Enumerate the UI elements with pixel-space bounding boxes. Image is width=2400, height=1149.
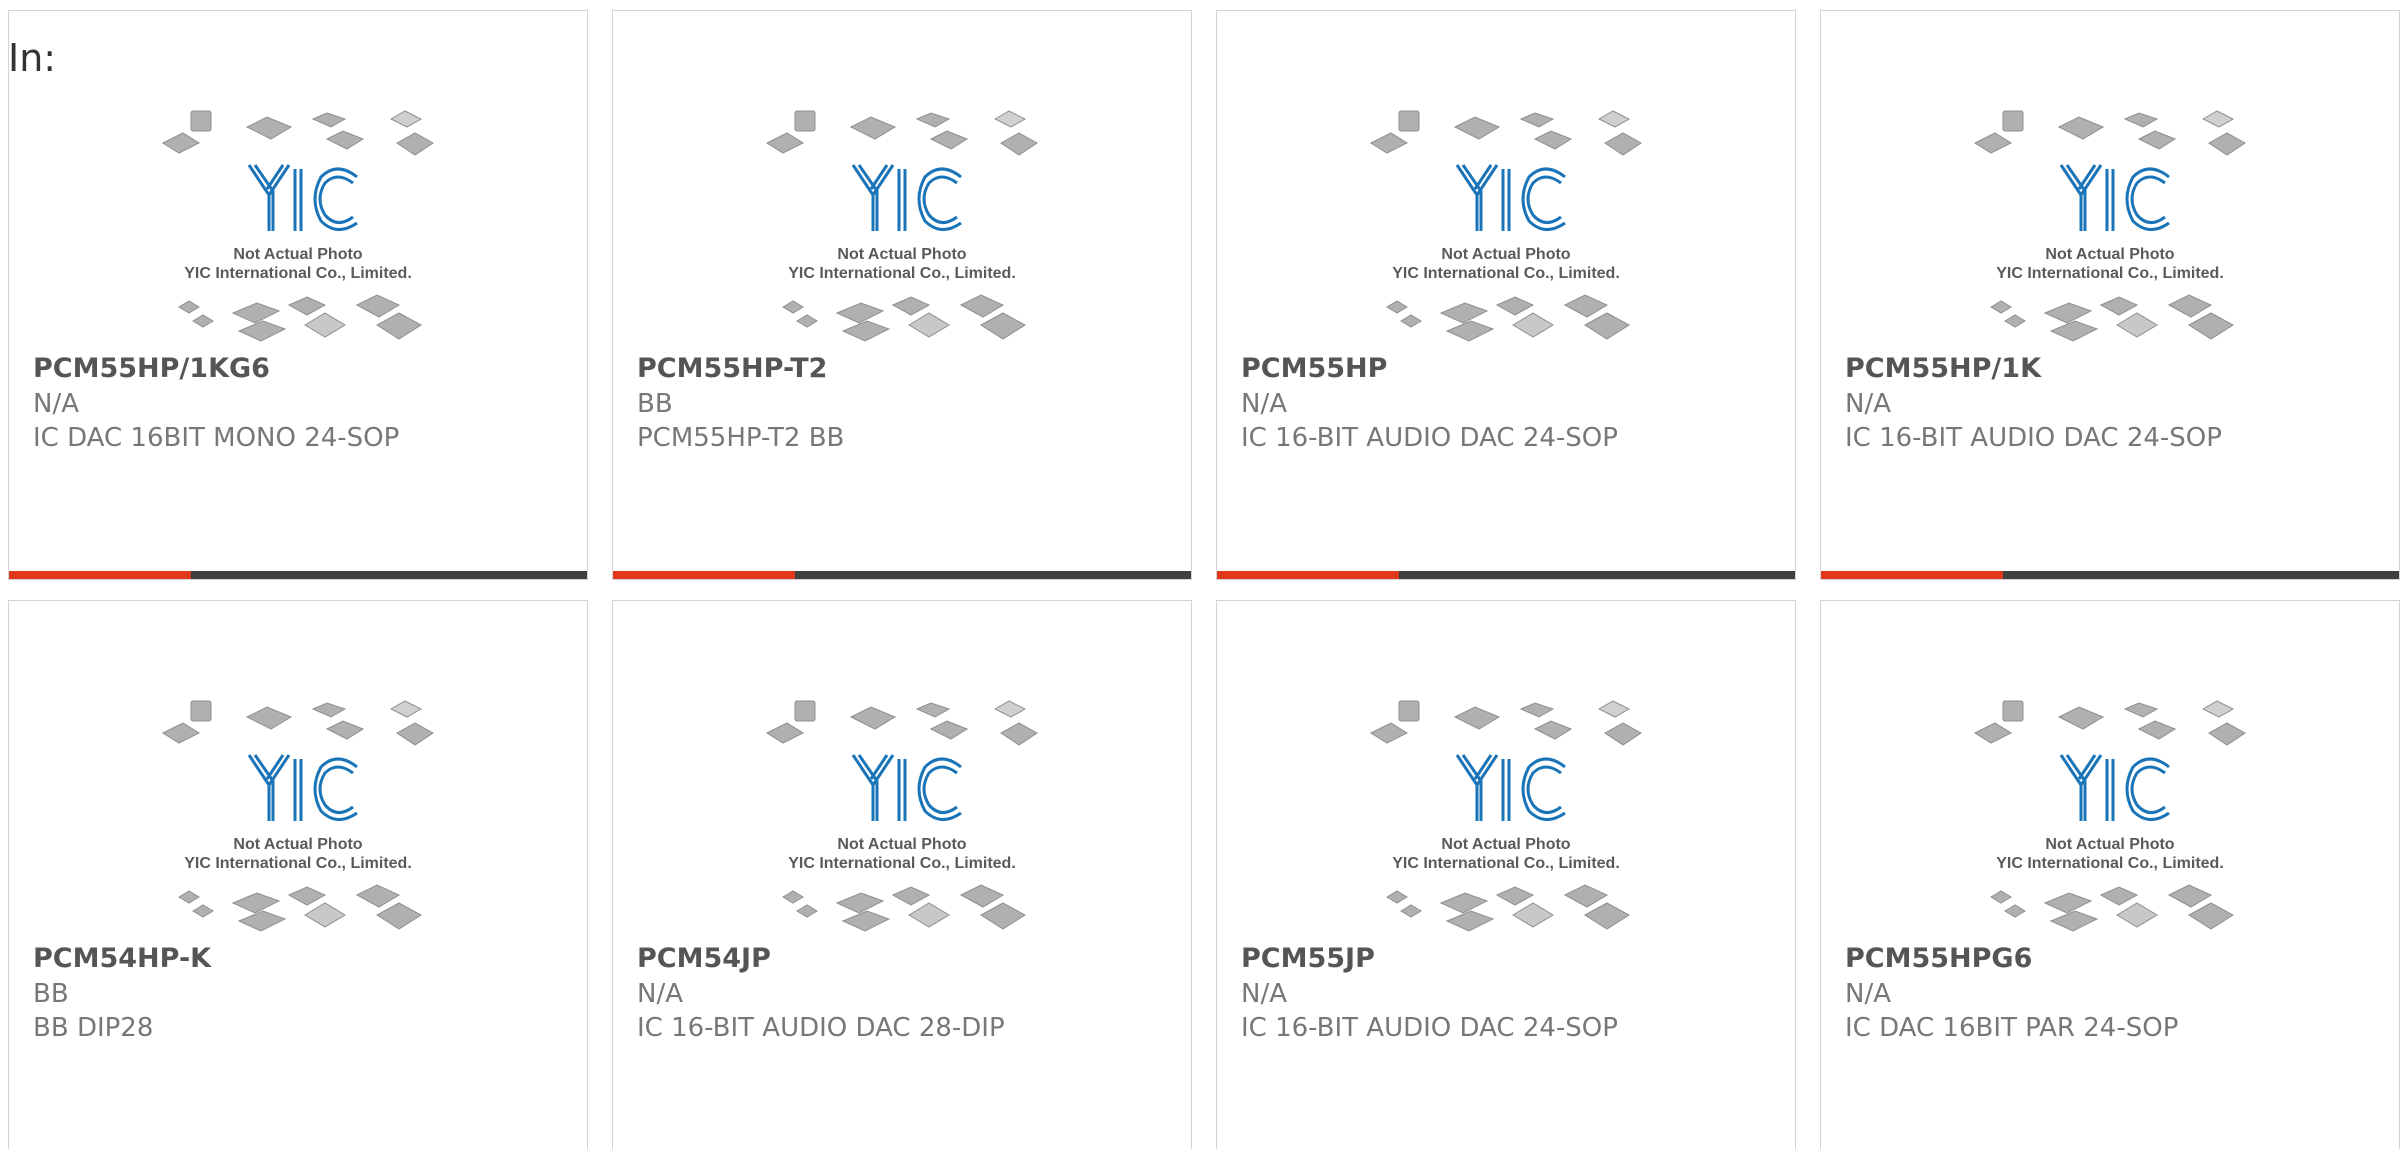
product-placeholder-image: Not Actual Photo YIC International Co., … (161, 700, 434, 932)
manufacturer: N/A (1845, 389, 1891, 419)
product-card[interactable]: Not Actual Photo YIC International Co., … (1820, 600, 2400, 1149)
description: IC DAC 16BIT PAR 24-SOP (1845, 1013, 2179, 1043)
placeholder-line2: YIC International Co., Limited. (184, 855, 412, 872)
placeholder-line1: Not Actual Photo (1441, 246, 1570, 263)
product-info: PCM55HP-T2 BB PCM55HP-T2 BB (637, 351, 1181, 455)
placeholder-line2: YIC International Co., Limited. (788, 265, 1016, 282)
placeholder-line1: Not Actual Photo (2045, 836, 2174, 853)
product-info: PCM54HP-K BB BB DIP28 (33, 941, 577, 1045)
product-card[interactable]: Not Actual Photo YIC International Co., … (612, 10, 1192, 580)
chip-icons-bottom (1990, 884, 2234, 932)
product-placeholder-image: Not Actual Photo YIC International Co., … (765, 110, 1038, 342)
placeholder-line2: YIC International Co., Limited. (1392, 855, 1620, 872)
yic-logo-icon (851, 754, 962, 821)
chip-icons-bottom (178, 294, 422, 342)
card-accent-segment (9, 571, 191, 579)
description: BB DIP28 (33, 1013, 154, 1043)
yic-logo-icon (1455, 164, 1566, 231)
product-info: PCM55HP/1KG6 N/A IC DAC 16BIT MONO 24-SO… (33, 351, 577, 455)
placeholder-line1: Not Actual Photo (2045, 246, 2174, 263)
card-accent-bar (9, 571, 587, 579)
placeholder-line1: Not Actual Photo (837, 836, 966, 853)
yic-logo-icon (2059, 164, 2170, 231)
product-info: PCM55HP N/A IC 16-BIT AUDIO DAC 24-SOP (1241, 351, 1785, 455)
placeholder-line2: YIC International Co., Limited. (1996, 855, 2224, 872)
product-placeholder-image: Not Actual Photo YIC International Co., … (1369, 700, 1642, 932)
product-card[interactable]: Not Actual Photo YIC International Co., … (8, 10, 588, 580)
description: IC 16-BIT AUDIO DAC 24-SOP (1241, 423, 1618, 453)
part-number[interactable]: PCM55HP/1K (1845, 351, 2389, 387)
placeholder-line2: YIC International Co., Limited. (1996, 265, 2224, 282)
chip-icons-top (765, 700, 1038, 746)
description: IC DAC 16BIT MONO 24-SOP (33, 423, 400, 453)
yic-logo-icon (1455, 754, 1566, 821)
product-card[interactable]: Not Actual Photo YIC International Co., … (612, 600, 1192, 1149)
placeholder-line1: Not Actual Photo (233, 836, 362, 853)
card-accent-segment (1821, 571, 2003, 579)
manufacturer: N/A (33, 389, 79, 419)
yic-logo-icon (247, 754, 358, 821)
product-grid: Not Actual Photo YIC International Co., … (8, 10, 2400, 1149)
card-accent-segment (1217, 571, 1399, 579)
chip-icons-top (765, 110, 1038, 156)
chip-icons-bottom (178, 884, 422, 932)
product-card[interactable]: Not Actual Photo YIC International Co., … (1820, 10, 2400, 580)
chip-icons-bottom (782, 294, 1026, 342)
product-info: PCM55JP N/A IC 16-BIT AUDIO DAC 24-SOP (1241, 941, 1785, 1045)
description: IC 16-BIT AUDIO DAC 28-DIP (637, 1013, 1005, 1043)
chip-icons-bottom (782, 884, 1026, 932)
manufacturer: N/A (637, 979, 683, 1009)
chip-icons-top (1973, 110, 2246, 156)
yic-logo-icon (247, 164, 358, 231)
part-number[interactable]: PCM55HP/1KG6 (33, 351, 577, 387)
product-placeholder-image: Not Actual Photo YIC International Co., … (1973, 110, 2246, 342)
product-results-page: In: Not Actual Photo YIC International C… (0, 0, 2400, 1149)
product-placeholder-image: Not Actual Photo YIC International Co., … (1369, 110, 1642, 342)
chip-icons-top (161, 700, 434, 746)
chip-icons-bottom (1990, 294, 2234, 342)
product-placeholder-image: Not Actual Photo YIC International Co., … (765, 700, 1038, 932)
placeholder-line2: YIC International Co., Limited. (1392, 265, 1620, 282)
product-placeholder-image: Not Actual Photo YIC International Co., … (161, 110, 434, 342)
card-accent-bar (613, 571, 1191, 579)
placeholder-line1: Not Actual Photo (233, 246, 362, 263)
product-info: PCM55HPG6 N/A IC DAC 16BIT PAR 24-SOP (1845, 941, 2389, 1045)
placeholder-line2: YIC International Co., Limited. (184, 265, 412, 282)
product-info: PCM55HP/1K N/A IC 16-BIT AUDIO DAC 24-SO… (1845, 351, 2389, 455)
placeholder-line1: Not Actual Photo (1441, 836, 1570, 853)
part-number[interactable]: PCM54HP-K (33, 941, 577, 977)
manufacturer: BB (33, 979, 69, 1009)
product-card[interactable]: Not Actual Photo YIC International Co., … (1216, 600, 1796, 1149)
product-info: PCM54JP N/A IC 16-BIT AUDIO DAC 28-DIP (637, 941, 1181, 1045)
manufacturer: N/A (1241, 979, 1287, 1009)
chip-icons-top (1973, 700, 2246, 746)
chip-icons-top (1369, 700, 1642, 746)
yic-logo-icon (2059, 754, 2170, 821)
card-accent-segment (613, 571, 795, 579)
product-card[interactable]: Not Actual Photo YIC International Co., … (8, 600, 588, 1149)
yic-logo-icon (851, 164, 962, 231)
chip-icons-bottom (1386, 884, 1630, 932)
part-number[interactable]: PCM55HP-T2 (637, 351, 1181, 387)
card-accent-bar (1217, 571, 1795, 579)
product-placeholder-image: Not Actual Photo YIC International Co., … (1973, 700, 2246, 932)
part-number[interactable]: PCM55JP (1241, 941, 1785, 977)
part-number[interactable]: PCM54JP (637, 941, 1181, 977)
description: IC 16-BIT AUDIO DAC 24-SOP (1845, 423, 2222, 453)
manufacturer: BB (637, 389, 673, 419)
manufacturer: N/A (1845, 979, 1891, 1009)
description: PCM55HP-T2 BB (637, 423, 845, 453)
in-label: In: (8, 36, 57, 80)
description: IC 16-BIT AUDIO DAC 24-SOP (1241, 1013, 1618, 1043)
part-number[interactable]: PCM55HPG6 (1845, 941, 2389, 977)
placeholder-line1: Not Actual Photo (837, 246, 966, 263)
chip-icons-top (161, 110, 434, 156)
manufacturer: N/A (1241, 389, 1287, 419)
chip-icons-top (1369, 110, 1642, 156)
chip-icons-bottom (1386, 294, 1630, 342)
part-number[interactable]: PCM55HP (1241, 351, 1785, 387)
product-card[interactable]: Not Actual Photo YIC International Co., … (1216, 10, 1796, 580)
placeholder-line2: YIC International Co., Limited. (788, 855, 1016, 872)
card-accent-bar (1821, 571, 2399, 579)
